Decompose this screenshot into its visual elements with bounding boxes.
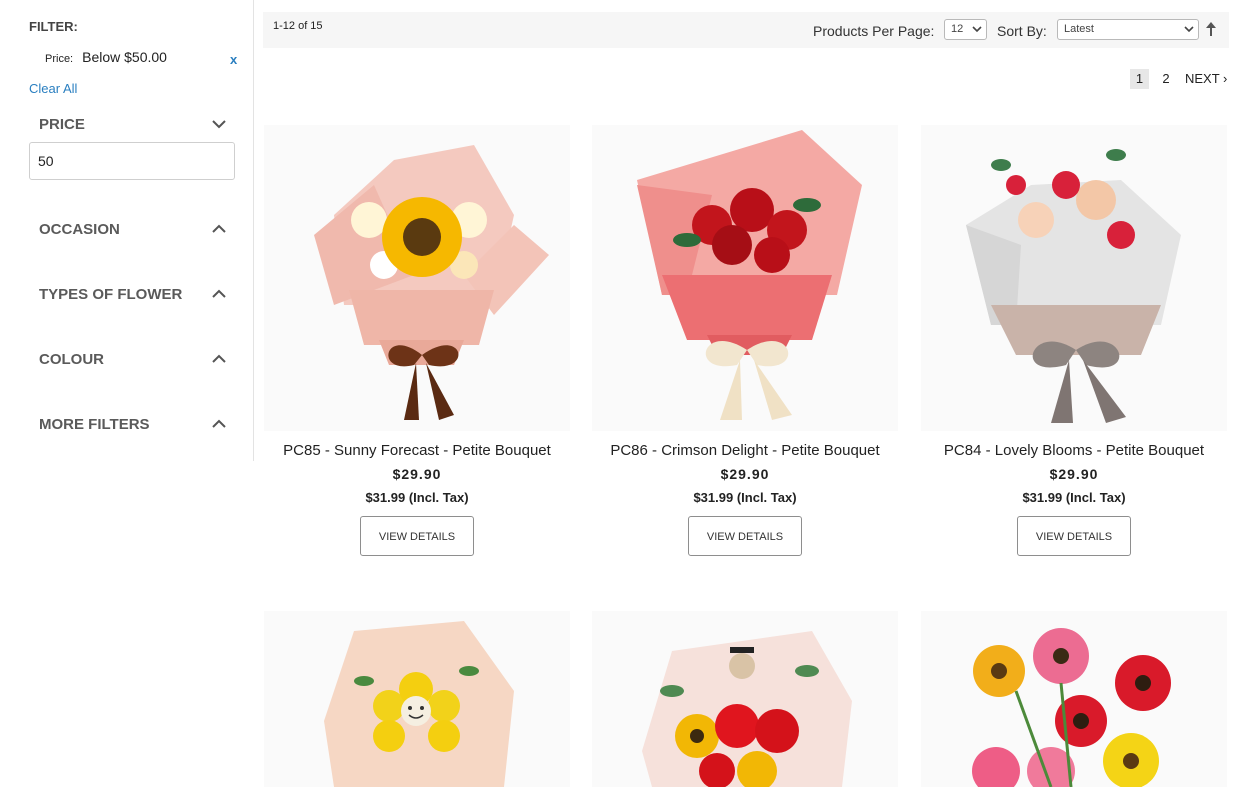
facet-price-label: PRICE xyxy=(39,116,85,133)
product-price: $29.90 xyxy=(1049,466,1099,482)
product-price: $29.90 xyxy=(392,466,442,482)
chevron-down-icon xyxy=(212,120,226,129)
facet-more-filters-label: MORE FILTERS xyxy=(39,416,150,433)
per-page-select[interactable]: 12 xyxy=(944,19,987,40)
sort-by-value: Latest xyxy=(1064,23,1094,35)
product-toolbar: 1-12 of 15 Products Per Page: 12 Sort By… xyxy=(263,12,1229,48)
facet-colour-label: COLOUR xyxy=(39,351,104,368)
filter-sidebar: FILTER: Price: Below $50.00 x Clear All P… xyxy=(0,0,254,461)
facet-types-of-flower-label: TYPES OF FLOWER xyxy=(39,286,183,303)
sort-direction-icon[interactable] xyxy=(1205,21,1217,37)
page-1-current[interactable]: 1 xyxy=(1130,69,1149,89)
facet-colour[interactable]: COLOUR xyxy=(39,351,229,368)
view-details-button[interactable]: VIEW DETAILS xyxy=(688,516,802,556)
facet-occasion-label: OCCASION xyxy=(39,221,120,238)
price-input[interactable] xyxy=(29,142,235,180)
product-price: $29.90 xyxy=(720,466,770,482)
active-filter-value: Below $50.00 xyxy=(82,49,167,65)
clear-all-link[interactable]: Clear All xyxy=(29,81,77,96)
product-name[interactable]: PC86 - Crimson Delight - Petite Bouquet xyxy=(592,442,898,459)
filter-title: FILTER: xyxy=(29,19,78,34)
sort-by-label: Sort By: xyxy=(997,23,1047,39)
dropdown-arrow-icon xyxy=(1184,26,1194,33)
product-image-lovely-blooms[interactable] xyxy=(921,125,1227,431)
product-price-incl-tax: $31.99 (Incl. Tax) xyxy=(365,490,469,505)
facet-price[interactable]: PRICE xyxy=(39,116,229,133)
chevron-up-icon xyxy=(212,289,226,298)
product-price-incl-tax: $31.99 (Incl. Tax) xyxy=(1022,490,1126,505)
product-image-graduation-bouquet[interactable] xyxy=(592,611,898,787)
product-image-sunny-forecast[interactable] xyxy=(264,125,570,431)
product-image-yellow-bouquet[interactable] xyxy=(264,611,570,787)
product-image-gerbera-bouquet[interactable] xyxy=(921,611,1227,787)
per-page-label: Products Per Page: xyxy=(813,23,935,39)
active-filter-key: Price: xyxy=(45,53,74,65)
dropdown-arrow-icon xyxy=(972,26,982,33)
sort-by-select[interactable]: Latest xyxy=(1057,19,1199,40)
view-details-button[interactable]: VIEW DETAILS xyxy=(1017,516,1131,556)
facet-types-of-flower[interactable]: TYPES OF FLOWER xyxy=(39,286,229,303)
per-page-value: 12 xyxy=(951,23,964,35)
chevron-up-icon xyxy=(212,224,226,233)
facet-more-filters[interactable]: MORE FILTERS xyxy=(39,416,229,433)
product-name[interactable]: PC85 - Sunny Forecast - Petite Bouquet xyxy=(264,442,570,459)
facet-occasion[interactable]: OCCASION xyxy=(39,221,229,238)
chevron-up-icon xyxy=(212,419,226,428)
product-name[interactable]: PC84 - Lovely Blooms - Petite Bouquet xyxy=(921,442,1227,459)
view-details-button[interactable]: VIEW DETAILS xyxy=(360,516,474,556)
remove-filter-close-icon[interactable]: x xyxy=(230,52,237,67)
product-image-crimson-delight[interactable] xyxy=(592,125,898,431)
active-filter-price: Price: Below $50.00 xyxy=(45,49,167,65)
next-page-link[interactable]: NEXT › xyxy=(1185,69,1229,89)
chevron-up-icon xyxy=(212,354,226,363)
result-count: 1-12 of 15 xyxy=(273,20,323,32)
page-2-link[interactable]: 2 xyxy=(1159,69,1173,89)
product-price-incl-tax: $31.99 (Incl. Tax) xyxy=(693,490,797,505)
